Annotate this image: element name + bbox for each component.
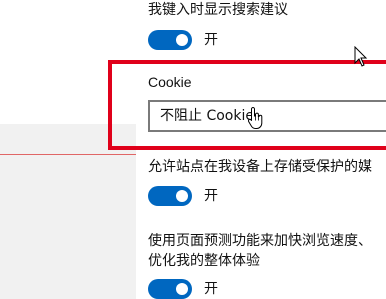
hand-pointer-icon [247,106,263,129]
page-prediction-label-line1: 使用页面预测功能来加快浏览速度、 [148,233,372,249]
search-suggest-label: 我键入时显示搜索建议 [148,2,288,18]
cookie-dropdown[interactable]: 不阻止 Cookie [148,100,386,132]
toggle-knob [176,283,188,295]
toggle-knob [176,190,188,202]
cookie-dropdown-value: 不阻止 Cookie [160,108,254,124]
page-prediction-toggle-state: 开 [204,280,218,297]
cookie-title: Cookie [148,74,192,90]
page-prediction-toggle-row: 开 [148,279,218,299]
protected-media-toggle[interactable] [148,186,192,206]
page-prediction-toggle[interactable] [148,279,192,299]
search-suggest-toggle-state: 开 [204,31,218,48]
protected-media-label: 允许站点在我设备上存储受保护的媒 [148,159,372,175]
page-prediction-label-line2: 优化我的整体体验 [148,253,260,269]
search-suggest-toggle-row: 开 [148,30,218,50]
toggle-knob [176,34,188,46]
protected-media-toggle-row: 开 [148,186,218,206]
left-pane-divider [0,154,136,155]
arrow-cursor-icon [354,46,368,67]
protected-media-toggle-state: 开 [204,187,218,204]
search-suggest-toggle[interactable] [148,30,192,50]
